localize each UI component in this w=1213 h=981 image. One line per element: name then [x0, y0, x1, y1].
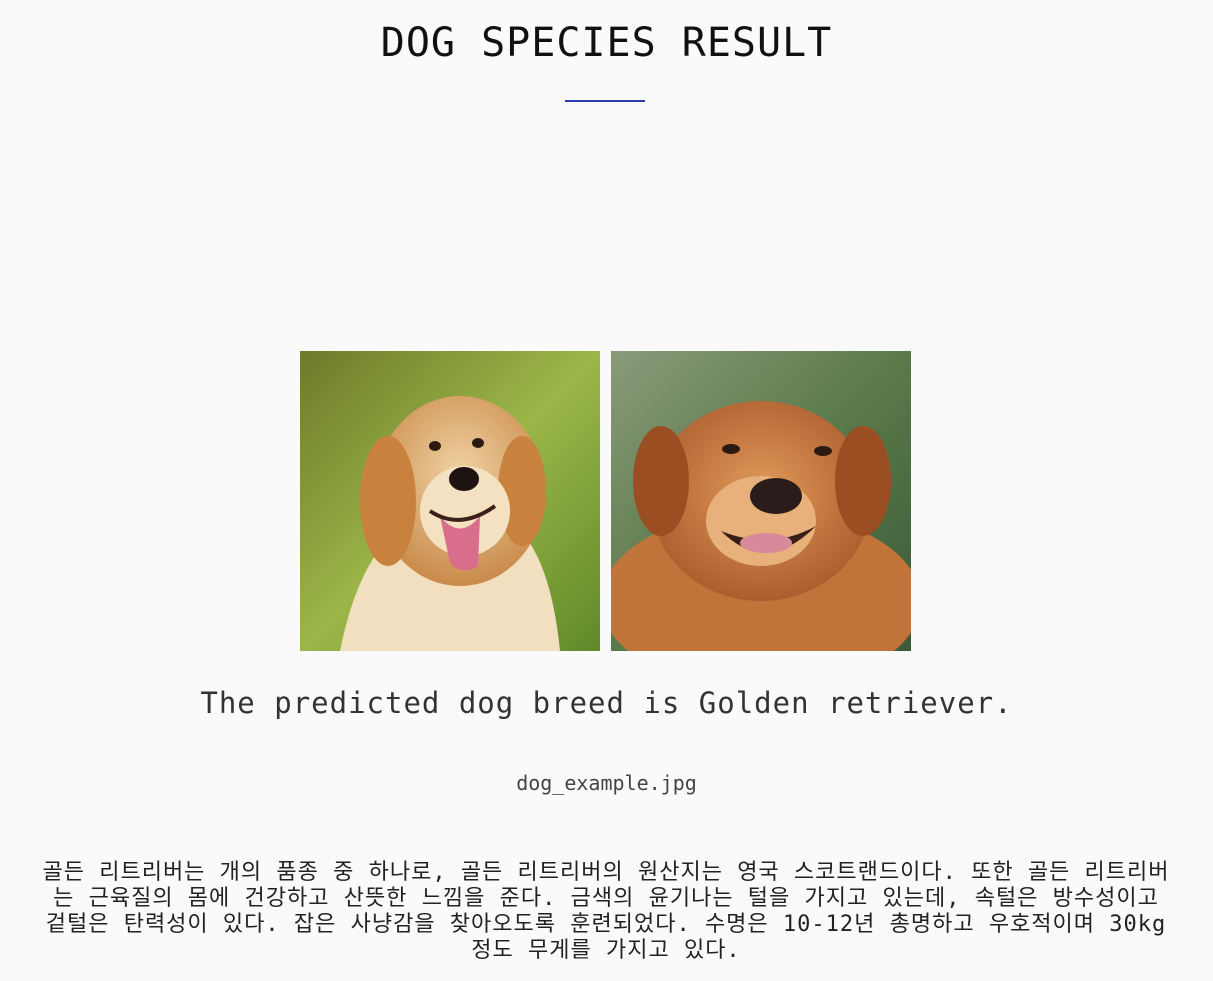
breed-description: 골든 리트리버는 개의 품종 중 하나로, 골든 리트리버의 원산지는 영국 스…	[42, 860, 1170, 963]
prediction-text: The predicted dog breed is Golden retrie…	[200, 686, 1013, 720]
uploaded-filename: dog_example.jpg	[516, 771, 697, 795]
dog-image-right	[611, 351, 911, 651]
dog-image-left	[300, 351, 600, 651]
page-title: DOG SPECIES RESULT	[380, 20, 833, 66]
title-underline	[565, 100, 645, 102]
